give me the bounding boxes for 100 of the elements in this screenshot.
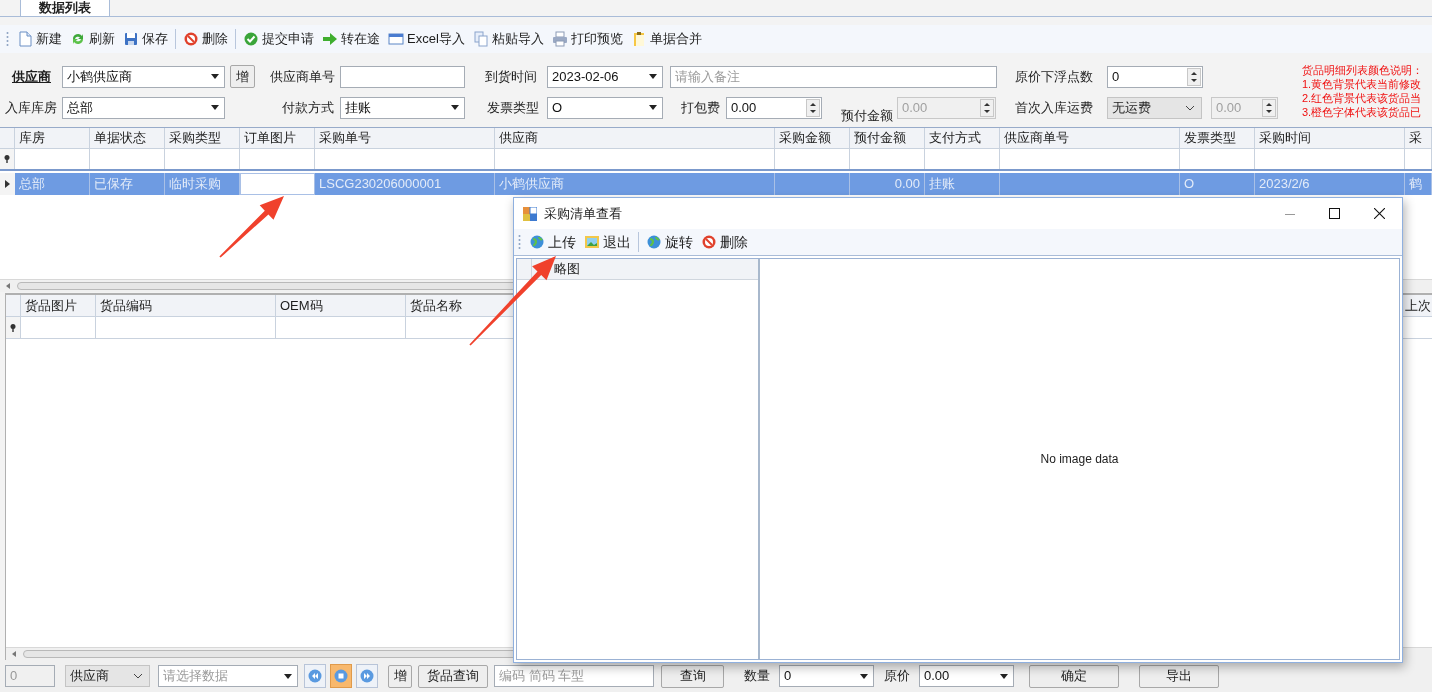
close-icon — [1373, 208, 1385, 219]
field-label: 到货时间 — [485, 67, 538, 86]
dropdown-field[interactable]: 2023-02-06 — [547, 65, 663, 88]
right-arrow-icon — [322, 31, 338, 47]
legend-text: 2.红色背景代表该货品当 — [1302, 91, 1423, 105]
button[interactable]: 确定 — [1029, 664, 1119, 688]
arrow — [219, 196, 284, 258]
field-label: 打包费 — [681, 98, 721, 117]
filter-pin-icon — [10, 323, 16, 332]
copy-icon — [472, 31, 489, 47]
chevron-down-icon — [133, 673, 143, 679]
dropdown-field[interactable]: 供应商 — [65, 665, 150, 687]
legend-text: 1.黄色背景代表当前修改 — [1302, 77, 1423, 91]
column-header[interactable]: 供应商单号 — [1000, 128, 1180, 148]
toolbar-button[interactable]: 删除 — [697, 230, 752, 254]
toolbar-button[interactable]: 转在途 — [318, 27, 384, 51]
media-button-icon — [360, 669, 374, 683]
no-entry-icon — [183, 31, 199, 47]
nav-button[interactable] — [356, 664, 378, 688]
column-header[interactable]: 单据状态 — [90, 128, 165, 148]
column-header[interactable]: 支付方式 — [925, 128, 1000, 148]
column-header[interactable]: 发票类型 — [1180, 128, 1255, 148]
empty-message: No image data — [1040, 451, 1119, 468]
document-icon — [17, 31, 33, 47]
legend-text: 3.橙色字体代表该货品已 — [1302, 105, 1423, 119]
toolbar-button[interactable]: 删除 — [179, 27, 232, 51]
toolbar-grip-icon — [518, 234, 521, 250]
button[interactable]: 导出 — [1139, 664, 1219, 688]
check-circle-icon — [243, 31, 259, 47]
toolbar-button[interactable]: 旋转 — [642, 230, 697, 254]
spinner-icon — [1187, 67, 1201, 86]
dropdown-field[interactable]: 挂账 — [340, 96, 465, 119]
toolbar-button[interactable]: 提交申请 — [239, 27, 318, 51]
field-label: 原价 — [884, 667, 911, 686]
dropdown-field[interactable]: 0 — [779, 665, 874, 687]
toolbar-button[interactable]: 刷新 — [66, 27, 119, 51]
toolbar-button[interactable]: 保存 — [119, 27, 172, 51]
button[interactable]: 增 — [230, 65, 255, 88]
nav-button[interactable] — [330, 664, 352, 688]
button[interactable]: 增 — [388, 664, 412, 688]
dropdown-field[interactable]: 无运费 — [1107, 96, 1202, 119]
column-header[interactable]: 供应商 — [495, 128, 775, 148]
printer-icon — [551, 31, 568, 47]
dropdown-field[interactable]: O — [547, 96, 663, 119]
button[interactable]: 货品查询 — [418, 664, 488, 688]
column-header[interactable]: 货品编码 — [96, 295, 276, 316]
window-icon — [388, 31, 404, 47]
toolbar-button[interactable]: Excel导入 — [384, 27, 469, 51]
nav-button[interactable] — [304, 664, 326, 688]
caret-icon — [649, 105, 657, 110]
dropdown-field[interactable]: 总部 — [62, 96, 225, 119]
spinner-icon — [980, 98, 994, 117]
toolbar-button[interactable]: 粘贴导入 — [468, 27, 548, 51]
number-spinner[interactable]: 0.00 — [726, 96, 822, 119]
field-label: 数量 — [744, 667, 771, 686]
picture-icon — [584, 234, 600, 250]
caret-icon — [649, 74, 657, 79]
caret-icon — [284, 673, 292, 679]
legend-text: 货品明细列表颜色说明： — [1302, 63, 1423, 77]
spinner-icon — [1262, 98, 1276, 117]
field-label: 发票类型 — [487, 98, 540, 117]
dropdown-field[interactable]: 0.00 — [919, 665, 1014, 687]
field-label: 预付金额 — [841, 106, 894, 125]
column-header[interactable]: 预付金额 — [850, 128, 925, 148]
refresh-icon — [70, 31, 86, 47]
column-header[interactable]: 采购类型 — [165, 128, 240, 148]
column-header[interactable]: OEM码 — [276, 295, 406, 316]
toolbar-button[interactable]: 打印预览 — [547, 27, 627, 51]
caret-icon — [1000, 673, 1008, 679]
tab[interactable]: 数据列表 — [20, 0, 110, 16]
toolbar-button[interactable]: 新建 — [13, 27, 66, 51]
column-header[interactable]: 货品图片 — [21, 295, 96, 316]
toolbar-grip-icon — [6, 31, 9, 47]
column-header[interactable]: 订单图片 — [240, 128, 315, 148]
field-label: 供应商单号 — [270, 67, 336, 86]
number-spinner[interactable]: 0 — [1107, 65, 1203, 88]
dropdown-field[interactable]: 小鹤供应商 — [62, 65, 225, 88]
image-cell[interactable] — [240, 173, 315, 195]
toolbar-button[interactable]: 上传 — [525, 230, 580, 254]
column-header[interactable]: 采 — [1405, 128, 1432, 148]
field-label: 首次入库运费 — [1015, 98, 1094, 117]
text-field[interactable] — [340, 65, 465, 88]
column-header[interactable]: 采购单号 — [315, 128, 495, 148]
toolbar-button[interactable]: 退出 — [580, 230, 635, 254]
field-label: 供应商 — [12, 67, 52, 86]
field-label: 付款方式 — [282, 98, 335, 117]
media-button-icon — [334, 669, 348, 683]
media-button-icon — [308, 669, 322, 683]
column-header[interactable]: 略图 — [552, 259, 582, 279]
button[interactable]: 查询 — [661, 664, 724, 688]
toolbar-button[interactable]: 单据合并 — [626, 27, 706, 51]
column-header[interactable]: 采购时间 — [1255, 128, 1405, 148]
caret-icon — [211, 105, 219, 110]
column-header[interactable]: 库房 — [15, 128, 90, 148]
column-header[interactable]: 采购金额 — [775, 128, 850, 148]
filter-pin-icon — [4, 155, 10, 163]
caret-icon — [860, 673, 868, 679]
row-pointer-icon — [5, 180, 10, 188]
app-icon — [523, 206, 537, 221]
chevron-down-icon — [1185, 104, 1195, 111]
